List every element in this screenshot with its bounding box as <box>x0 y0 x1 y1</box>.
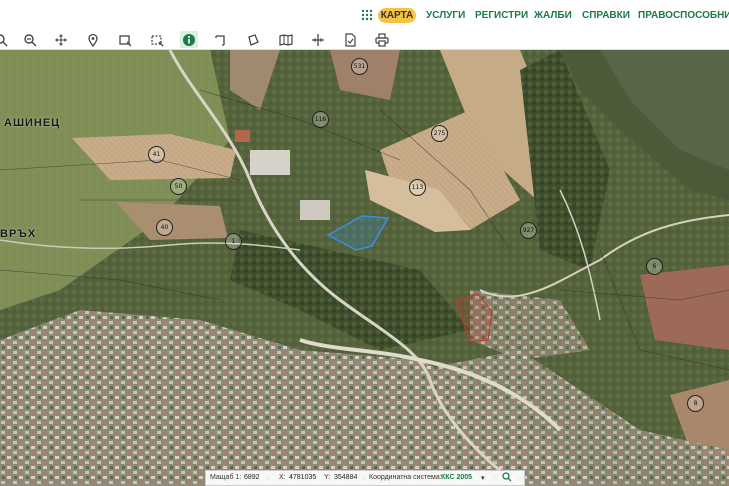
crosshair-icon[interactable] <box>309 31 327 48</box>
chevron-down-icon[interactable]: ▾ <box>481 474 485 482</box>
parcel-number[interactable]: 275 <box>431 125 448 142</box>
search-icon[interactable] <box>502 472 512 484</box>
nav-item-zhalbi[interactable]: ЖАЛБИ <box>534 10 572 21</box>
select-rect-icon[interactable] <box>116 31 134 48</box>
parcel-number[interactable]: 1 <box>225 233 242 250</box>
parcel-number[interactable]: 116 <box>312 111 329 128</box>
parcel-number[interactable]: 41 <box>148 146 165 163</box>
parcel-number[interactable]: 6 <box>646 258 663 275</box>
map-view[interactable]: АШИНЕЦ ВРЪХ 531 116 275 41 50 113 40 1 9… <box>0 50 729 486</box>
x-coordinate: 4781035 <box>289 474 317 481</box>
nav-item-spravki[interactable]: СПРАВКИ <box>582 10 630 21</box>
print-icon[interactable] <box>373 31 391 48</box>
parcel-number[interactable]: 113 <box>409 179 426 196</box>
nav-item-karta-label: КАРТА <box>380 10 414 21</box>
measure-area-icon[interactable] <box>244 31 262 48</box>
location-pin-icon[interactable] <box>84 31 102 48</box>
nav-item-registri[interactable]: РЕГИСТРИ <box>475 10 528 21</box>
crs-select[interactable]: ККС 2005 <box>441 474 472 481</box>
document-icon[interactable] <box>341 31 359 48</box>
scale-value[interactable]: 6892 <box>244 474 260 481</box>
info-icon[interactable] <box>180 31 198 48</box>
parcel-number[interactable]: 8 <box>687 395 704 412</box>
zoom-out-icon[interactable] <box>21 31 39 48</box>
crs-label: Координатна система: <box>369 474 442 481</box>
map-status-bar: Мащаб 1: 6892 X: 4781035 Y: 354884 Коорд… <box>205 470 525 486</box>
aerial-imagery <box>0 50 729 486</box>
apps-grid-icon[interactable] <box>361 9 373 21</box>
y-label: Y: <box>324 474 331 481</box>
parcel-number[interactable]: 531 <box>351 58 368 75</box>
select-rect-dashed-icon[interactable] <box>148 31 166 48</box>
x-label: X: <box>279 474 286 481</box>
zoom-in-icon[interactable] <box>0 31 10 48</box>
map-icon[interactable] <box>277 31 295 48</box>
top-navigation: КАРТА УСЛУГИ РЕГИСТРИ ЖАЛБИ СПРАВКИ ПРАВ… <box>0 0 729 30</box>
measure-angle-icon[interactable] <box>212 31 230 48</box>
place-label-ashinets: АШИНЕЦ <box>4 117 61 129</box>
parcel-number[interactable]: 50 <box>170 178 187 195</box>
pan-icon[interactable] <box>52 31 70 48</box>
parcel-number[interactable]: 40 <box>156 219 173 236</box>
nav-item-uslugi[interactable]: УСЛУГИ <box>426 10 465 21</box>
scale-label: Мащаб 1: <box>210 474 242 481</box>
y-coordinate: 354884 <box>334 474 358 481</box>
nav-item-karta[interactable]: КАРТА <box>378 8 416 23</box>
place-label-vrah: ВРЪХ <box>0 228 37 240</box>
parcel-number[interactable]: 927 <box>520 222 537 239</box>
nav-item-pravosposobni[interactable]: ПРАВОСПОСОБНИ ЛИ <box>638 10 729 21</box>
map-toolbar <box>0 30 729 50</box>
